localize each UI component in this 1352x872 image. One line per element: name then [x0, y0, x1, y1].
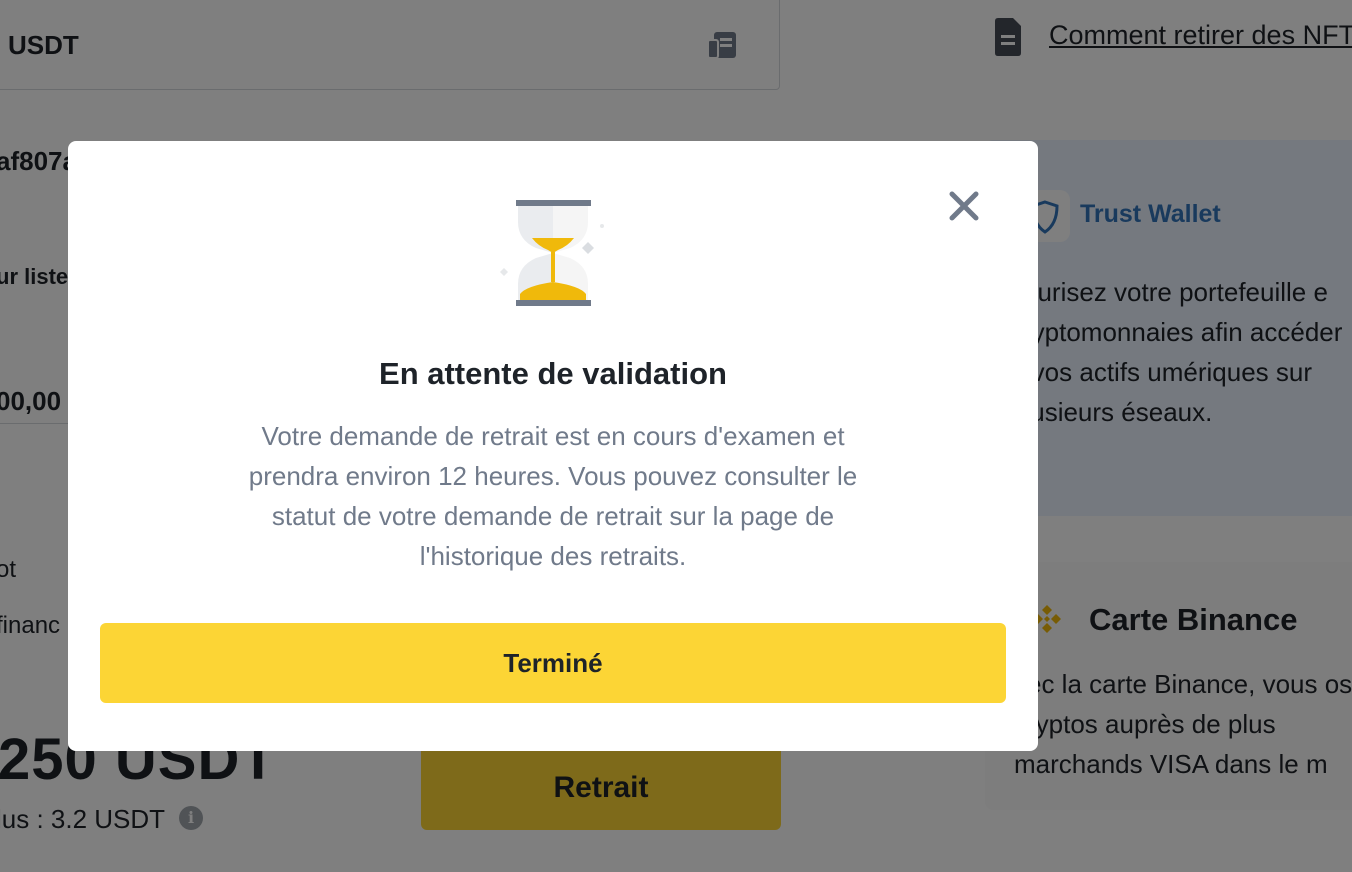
- close-icon[interactable]: [944, 186, 984, 226]
- hourglass-icon: [500, 200, 604, 306]
- modal-title: En attente de validation: [379, 356, 727, 391]
- modal-description: Votre demande de retrait est en cours d'…: [248, 421, 858, 571]
- done-button[interactable]: Terminé: [100, 623, 1006, 703]
